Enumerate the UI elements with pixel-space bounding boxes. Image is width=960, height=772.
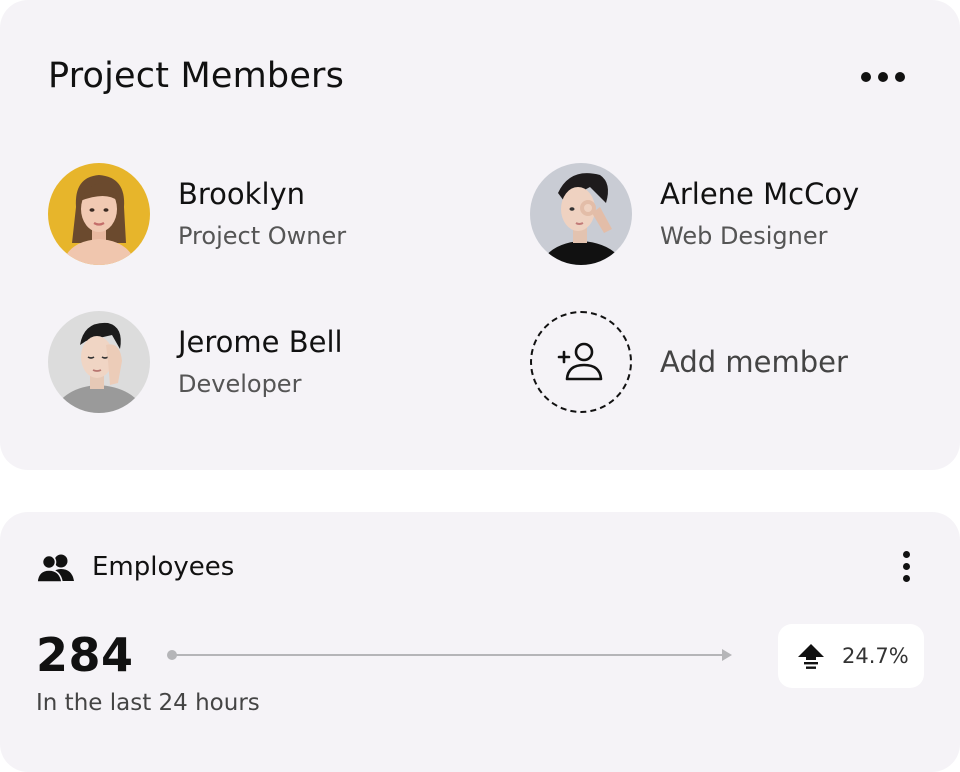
avatar <box>48 163 150 265</box>
member-name: Arlene McCoy <box>660 177 860 211</box>
employees-title: Employees <box>92 552 235 582</box>
employee-count: 284 <box>36 628 134 682</box>
avatar <box>48 311 150 413</box>
add-member-button[interactable]: Add member <box>530 311 848 413</box>
member-role: Developer <box>178 370 302 398</box>
change-percentage: 24.7% <box>842 644 909 668</box>
users-icon <box>36 554 74 583</box>
more-vertical-icon[interactable] <box>896 549 916 583</box>
member-role: Web Designer <box>660 222 828 250</box>
member-item-jerome-bell[interactable]: Jerome Bell Developer <box>48 311 343 413</box>
trend-line <box>167 649 732 661</box>
avatar <box>530 163 632 265</box>
member-role: Project Owner <box>178 222 347 250</box>
member-item-brooklyn[interactable]: Brooklyn Project Owner <box>48 163 346 265</box>
add-user-icon <box>557 342 603 381</box>
employees-subtitle: In the last 24 hours <box>36 690 260 716</box>
more-options-icon[interactable] <box>856 66 910 88</box>
member-item-arlene-mccoy[interactable]: Arlene McCoy Web Designer <box>530 163 859 265</box>
add-member-circle[interactable] <box>530 311 632 413</box>
add-member-label: Add member <box>660 345 848 379</box>
member-name: Jerome Bell <box>178 325 343 359</box>
project-members-card: Project Members Brooklyn Project Owner A… <box>0 0 960 470</box>
change-badge: 24.7% <box>778 624 924 688</box>
card-title: Project Members <box>48 56 345 96</box>
arrow-up-icon <box>798 644 824 669</box>
member-name: Brooklyn <box>178 177 306 211</box>
